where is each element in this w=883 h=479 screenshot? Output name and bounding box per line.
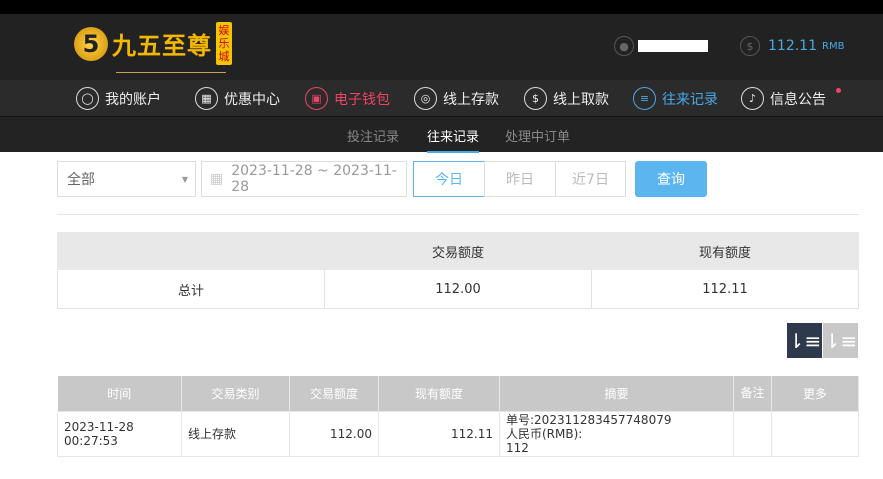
column-header: 现有额度 [378,376,500,411]
logo[interactable]: 5 九五至尊 娱乐城 [74,22,232,73]
last-7-days-button[interactable]: 近7日 [555,161,626,197]
tab-bet-records[interactable]: 投注记录 [347,126,399,145]
column-header: 备注 [733,376,772,411]
currency: RMB [822,40,845,52]
top-bar [0,0,883,14]
username-masked [638,40,708,52]
deposit-icon: ◎ [414,87,437,110]
cell-summary: 单号:202311283457748079 人民币(RMB): 112 [499,410,734,457]
bell-icon: ♪ [741,87,764,110]
nav-label: 往来记录 [662,91,718,108]
calendar-icon: ▦ [210,171,224,187]
table-row: 2023-11-28 00:27:53 线上存款 112.00 112.11 单… [57,410,859,457]
sub-nav: 投注记录 往来记录 处理中订单 [0,117,883,153]
nav-notices[interactable]: ♪ 信息公告 [741,87,826,110]
sort-asc-icon: ⇂≡ [823,328,858,353]
gift-icon: ▦ [195,87,218,110]
date-range-input[interactable]: ▦ 2023-11-28 ~ 2023-11-28 [201,161,407,197]
nav-label: 优惠中心 [224,91,280,108]
cell-time: 2023-11-28 00:27:53 [57,410,182,457]
sort-descending-button[interactable]: ⇂≡ [787,323,822,358]
logo-ornament [116,72,226,73]
summary-amount: 112 [506,440,529,455]
nav-label: 电子钱包 [334,91,390,108]
wallet-icon: ▣ [305,87,328,110]
summary-header: 现有额度 [591,232,859,270]
nav-deposit[interactable]: ◎ 线上存款 [414,87,499,110]
tab-pending-orders[interactable]: 处理中订单 [505,126,570,145]
cell-balance: 112.11 [378,410,500,457]
logo-tag: 娱乐城 [216,22,232,65]
tab-transactions[interactable]: 往来记录 [427,126,480,153]
nav-label: 信息公告 [770,91,826,108]
cell-note [733,410,772,457]
column-header: 摘要 [499,376,734,411]
today-button[interactable]: 今日 [413,161,485,197]
type-value: 全部 [67,172,95,188]
nav-my-account[interactable]: ◯ 我的账户 [76,87,161,110]
summary-header [57,232,325,270]
summary-cell: 112.11 [591,269,859,309]
column-header: 交易额度 [289,376,379,411]
caret-down-icon: ▼ [181,174,188,184]
user-info[interactable]: ● [614,36,708,56]
cell-type: 线上存款 [181,410,290,457]
nav-label: 线上取款 [553,91,609,108]
column-header: 时间 [57,376,182,411]
summary-table: 交易额度 现有额度 总计 112.00 112.11 [57,232,859,309]
divider [57,214,859,215]
sort-desc-icon: ⇂≡ [787,328,822,353]
cell-amount: 112.00 [289,410,379,457]
nav-promotions[interactable]: ▦ 优惠中心 [195,87,280,110]
summary-currency: 人民币(RMB): [506,426,583,441]
logo-text: 九五至尊 [112,32,212,60]
nav-label: 线上存款 [443,91,499,108]
cell-more[interactable] [771,410,859,457]
yesterday-button[interactable]: 昨日 [484,161,556,197]
date-range-value: 2023-11-28 ~ 2023-11-28 [231,163,397,195]
query-button[interactable]: 查询 [635,161,707,197]
main-nav: ◯ 我的账户 ▦ 优惠中心 ▣ 电子钱包 ◎ 线上存款 $ 线上取款 ≡ 往来记录 ♪ 信息公… [0,80,883,117]
withdraw-icon: $ [524,87,547,110]
sort-ascending-button[interactable]: ⇂≡ [823,323,858,358]
column-header: 交易类别 [181,376,290,411]
summary-header: 交易额度 [324,232,592,270]
type-select[interactable]: 全部 ▼ [57,161,196,197]
balance-amount: 112.11 [768,38,817,54]
user-icon: ◯ [76,87,99,110]
record-icon: ≡ [633,87,656,110]
summary-cell: 总计 [57,269,325,309]
balance: $112.11 RMB [740,36,844,56]
nav-records[interactable]: ≡ 往来记录 [633,87,718,110]
user-icon: ● [614,36,634,56]
records-table: 时间 交易类别 交易额度 现有额度 摘要 备注 更多 2023-11-28 00… [57,376,859,457]
notification-dot [836,88,841,93]
nav-label: 我的账户 [105,91,161,108]
column-header: 更多 [771,376,859,411]
header: 5 九五至尊 娱乐城 ● $112.11 RMB [0,14,883,80]
logo-icon: 5 [74,26,108,61]
nav-wallet[interactable]: ▣ 电子钱包 [305,87,390,110]
dollar-icon: $ [740,36,760,56]
nav-withdraw[interactable]: $ 线上取款 [524,87,609,110]
summary-order-no: 单号:202311283457748079 [506,412,672,427]
summary-cell: 112.00 [324,269,592,309]
